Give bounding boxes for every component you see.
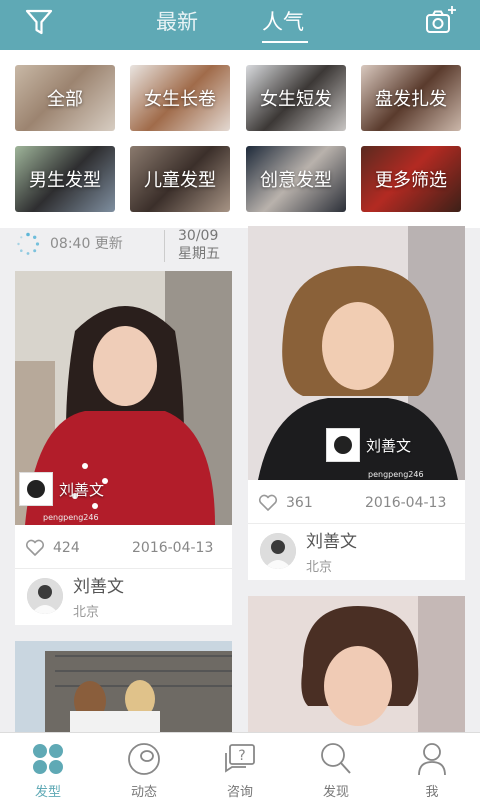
person-icon: [418, 743, 446, 776]
author-name: 刘善文: [306, 532, 357, 552]
tab-popular[interactable]: 人气: [262, 6, 304, 36]
category-long-curly[interactable]: 女生长卷: [130, 65, 230, 131]
svg-text:?: ?: [238, 748, 245, 764]
post-photo[interactable]: [248, 596, 465, 732]
avatar[interactable]: [260, 533, 296, 569]
salon-logo: [326, 428, 360, 462]
category-children[interactable]: 儿童发型: [130, 146, 230, 212]
question-bubble-icon: ?: [225, 744, 255, 773]
grid-dots-icon: [33, 744, 63, 774]
category-short-female[interactable]: 女生短发: [246, 65, 346, 131]
watermark-name: 刘善文: [59, 480, 105, 499]
tab-label: 我: [425, 785, 439, 800]
top-nav-bar: 最新 人气: [0, 0, 480, 50]
watermark-handle: pengpeng246: [43, 513, 99, 522]
category-creative[interactable]: 创意发型: [246, 146, 346, 212]
category-grid: 全部 女生长卷 女生短发 盘发扎发 男生发型 儿童发型 创意发型 更多筛选: [0, 50, 480, 228]
likes-value: 361: [286, 495, 313, 511]
tab-discover[interactable]: 发现: [288, 733, 384, 800]
like-count[interactable]: 424: [25, 539, 80, 557]
author-name: 刘善文: [73, 577, 124, 597]
tab-hairstyle[interactable]: 发型: [0, 733, 96, 800]
post-date: 2016-04-13: [365, 495, 447, 511]
author-city: 北京: [306, 560, 333, 575]
loading-spinner-icon: [17, 232, 40, 255]
search-icon: [321, 743, 351, 774]
update-time: 08:40 更新: [50, 236, 123, 252]
tab-latest[interactable]: 最新: [156, 6, 198, 36]
update-weekday: 星期五: [178, 246, 220, 262]
update-day: 30/09: [178, 228, 219, 244]
designer-watermark: 刘善文: [19, 472, 104, 506]
author-city: 北京: [73, 605, 100, 620]
divider: [164, 230, 165, 262]
author-info[interactable]: 刘善文 北京: [248, 523, 465, 580]
post-photo[interactable]: 刘善文 pengpeng246: [15, 271, 232, 525]
bottom-tab-bar: 发型 动态 ? 咨询 发现 我: [0, 732, 480, 800]
update-date: 30/09 星期五: [178, 227, 220, 263]
tab-feed[interactable]: 动态: [96, 733, 192, 800]
salon-logo: [19, 472, 53, 506]
heart-icon: [25, 539, 45, 556]
watermark-name: 刘善文: [366, 436, 412, 455]
heart-icon: [258, 494, 278, 511]
camera-add-icon[interactable]: [424, 4, 458, 38]
tab-me[interactable]: 我: [384, 733, 480, 800]
post-card[interactable]: 刘善文 pengpeng246 361 2016-04-13 刘善文 北京: [248, 226, 465, 580]
update-date-strip: 08:40 更新 30/09 星期五: [14, 228, 234, 268]
post-card[interactable]: [15, 641, 232, 732]
post-date: 2016-04-13: [132, 540, 214, 556]
tab-label: 咨询: [226, 785, 253, 800]
like-count[interactable]: 361: [258, 494, 313, 512]
post-photo[interactable]: [15, 641, 232, 732]
avatar[interactable]: [27, 578, 63, 614]
tab-consult[interactable]: ? 咨询: [192, 733, 288, 800]
group-photo-image: [15, 641, 232, 732]
category-more-filters[interactable]: 更多筛选: [361, 146, 461, 212]
post-card[interactable]: 刘善文 pengpeng246 424 2016-04-13 刘善文 北京: [15, 271, 232, 625]
post-photo[interactable]: 刘善文 pengpeng246: [248, 226, 465, 480]
active-tab-indicator: [262, 41, 308, 43]
category-updo[interactable]: 盘发扎发: [361, 65, 461, 131]
portrait-image: [248, 596, 465, 732]
tab-label: 发型: [34, 785, 61, 800]
post-card[interactable]: [248, 596, 465, 732]
designer-watermark: 刘善文: [326, 428, 411, 462]
category-male[interactable]: 男生发型: [15, 146, 115, 212]
likes-value: 424: [53, 540, 80, 556]
tab-label: 动态: [130, 785, 157, 800]
filter-icon[interactable]: [24, 7, 54, 37]
tab-label: 发现: [322, 785, 349, 800]
author-info[interactable]: 刘善文 北京: [15, 568, 232, 625]
feed-icon: [128, 743, 160, 775]
watermark-handle: pengpeng246: [368, 470, 424, 479]
category-all[interactable]: 全部: [15, 65, 115, 131]
